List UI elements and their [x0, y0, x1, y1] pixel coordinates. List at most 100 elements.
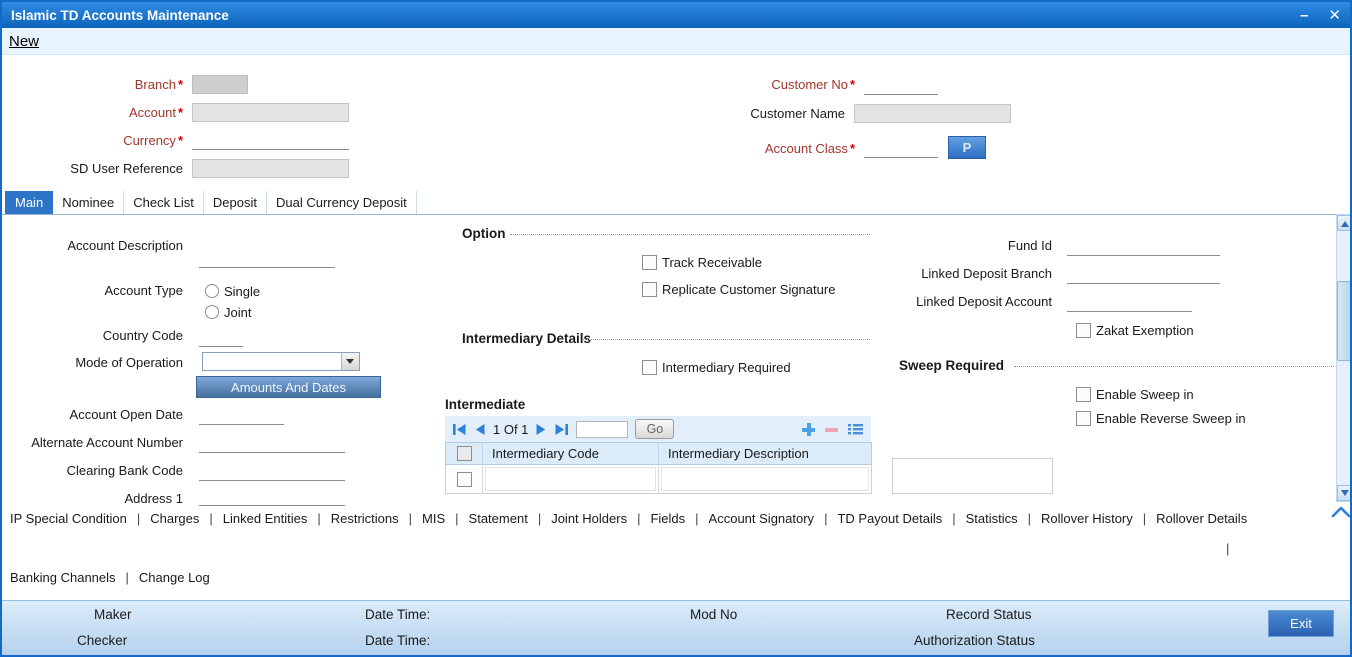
- country-code-label: Country Code: [102, 328, 183, 343]
- delete-row-icon[interactable]: [824, 422, 839, 437]
- link-ip-special-condition[interactable]: IP Special Condition: [10, 511, 150, 526]
- partially-scrolled-frame: [892, 458, 1053, 494]
- fund-id-label: Fund Id: [1007, 238, 1052, 253]
- go-button[interactable]: Go: [635, 419, 675, 439]
- link-change-log[interactable]: Change Log: [139, 570, 210, 585]
- track-receivable-option[interactable]: Track Receivable: [642, 254, 762, 270]
- audit-footer: Maker Date Time: Mod No Record Status Ch…: [2, 600, 1350, 655]
- titlebar: Islamic TD Accounts Maintenance – ✕: [2, 2, 1350, 28]
- linked-deposit-branch-label: Linked Deposit Branch: [921, 266, 1052, 281]
- tab-deposit[interactable]: Deposit: [203, 191, 267, 214]
- link-linked-entities[interactable]: Linked Entities: [223, 511, 331, 526]
- scroll-up-button[interactable]: [1337, 215, 1350, 231]
- tab-nominee[interactable]: Nominee: [53, 191, 125, 214]
- link-mis[interactable]: MIS: [422, 511, 469, 526]
- link-account-signatory[interactable]: Account Signatory: [709, 511, 838, 526]
- close-button[interactable]: ✕: [1328, 8, 1341, 23]
- mod-no-label: Mod No: [690, 607, 738, 622]
- intermediary-details-section-title: Intermediary Details: [462, 331, 592, 346]
- new-button[interactable]: New: [9, 33, 39, 50]
- intermediary-description-cell-input[interactable]: [661, 467, 869, 491]
- checker-label: Checker: [77, 633, 128, 648]
- single-radio[interactable]: [205, 284, 219, 298]
- scroll-down-button[interactable]: [1337, 485, 1350, 501]
- linked-deposit-account-input[interactable]: [1067, 295, 1192, 312]
- link-rollover-history[interactable]: Rollover History: [1041, 511, 1156, 526]
- select-all-checkbox[interactable]: [456, 446, 472, 461]
- arrow-up-icon: [1340, 217, 1349, 227]
- enable-reverse-sweep-in-checkbox[interactable]: [1076, 410, 1091, 426]
- last-page-icon[interactable]: [554, 423, 569, 436]
- zakat-exemption-checkbox[interactable]: [1076, 322, 1091, 338]
- tab-dual-currency-deposit[interactable]: Dual Currency Deposit: [267, 191, 417, 214]
- link-statement[interactable]: Statement: [469, 511, 552, 526]
- account-class-lov-button[interactable]: P: [948, 136, 986, 159]
- link-charges[interactable]: Charges: [150, 511, 223, 526]
- link-joint-holders[interactable]: Joint Holders: [551, 511, 650, 526]
- exit-button[interactable]: Exit: [1268, 610, 1334, 637]
- enable-sweep-in-label: Enable Sweep in: [1096, 386, 1194, 402]
- currency-label: Currency *: [123, 133, 183, 148]
- account-open-date-input[interactable]: [199, 408, 284, 425]
- account-label: Account *: [128, 105, 183, 120]
- page-status: 1 Of 1: [493, 421, 529, 437]
- account-input: [192, 103, 349, 122]
- link-rollover-details[interactable]: Rollover Details: [1156, 511, 1247, 526]
- account-type-single-option[interactable]: Single: [205, 283, 260, 299]
- link-restrictions[interactable]: Restrictions: [331, 511, 422, 526]
- first-page-icon[interactable]: [452, 423, 467, 436]
- row-select-checkbox[interactable]: [456, 471, 472, 487]
- replicate-customer-signature-checkbox[interactable]: [642, 281, 657, 297]
- account-type-label: Account Type: [104, 283, 183, 298]
- required-marker: *: [177, 77, 183, 92]
- vertical-scrollbar[interactable]: [1336, 214, 1350, 502]
- add-row-icon[interactable]: [801, 422, 816, 437]
- clearing-bank-code-input[interactable]: [199, 464, 345, 481]
- intermediary-required-checkbox[interactable]: [642, 359, 657, 375]
- table-row: [445, 465, 872, 494]
- link-td-payout-details[interactable]: TD Payout Details: [837, 511, 965, 526]
- single-view-icon[interactable]: [847, 422, 864, 436]
- customer-name-label: Customer Name: [750, 106, 845, 121]
- collapse-up-icon[interactable]: [1330, 505, 1350, 522]
- country-code-input[interactable]: [199, 330, 243, 347]
- account-class-input[interactable]: [864, 141, 938, 158]
- zakat-exemption-option[interactable]: Zakat Exemption: [1076, 322, 1194, 338]
- sd-user-reference-label: SD User Reference: [70, 161, 183, 176]
- currency-input[interactable]: [192, 133, 349, 150]
- enable-sweep-in-checkbox[interactable]: [1076, 386, 1091, 402]
- link-banking-channels[interactable]: Banking Channels: [10, 570, 139, 585]
- fund-id-input[interactable]: [1067, 239, 1220, 256]
- minimize-button[interactable]: –: [1300, 8, 1308, 23]
- scrollbar-thumb[interactable]: [1337, 281, 1350, 361]
- tab-check-list[interactable]: Check List: [124, 191, 204, 214]
- mode-of-operation-select[interactable]: [202, 352, 360, 371]
- alternate-account-number-input[interactable]: [199, 436, 345, 453]
- enable-reverse-sweep-in-option[interactable]: Enable Reverse Sweep in: [1076, 410, 1246, 426]
- zakat-exemption-label: Zakat Exemption: [1096, 322, 1194, 338]
- replicate-customer-signature-label: Replicate Customer Signature: [662, 281, 836, 297]
- track-receivable-checkbox[interactable]: [642, 254, 657, 270]
- page-number-input[interactable]: [576, 420, 629, 438]
- intermediary-code-cell-input[interactable]: [485, 467, 656, 491]
- address-1-input[interactable]: [199, 489, 345, 506]
- amounts-and-dates-button[interactable]: Amounts And Dates: [196, 376, 381, 398]
- intermediate-section-title: Intermediate: [445, 397, 526, 412]
- joint-radio[interactable]: [205, 305, 219, 319]
- next-page-icon[interactable]: [535, 423, 547, 436]
- customer-no-input[interactable]: [864, 78, 938, 95]
- customer-no-label: Customer No *: [771, 77, 855, 92]
- link-fields[interactable]: Fields: [650, 511, 708, 526]
- grid-header-row: Intermediary Code Intermediary Descripti…: [445, 442, 872, 465]
- intermediary-required-option[interactable]: Intermediary Required: [642, 359, 791, 375]
- intermediate-grid-toolbar: 1 Of 1 Go: [445, 416, 871, 442]
- tab-main[interactable]: Main: [5, 191, 54, 214]
- account-type-joint-option[interactable]: Joint: [205, 304, 251, 320]
- replicate-customer-signature-option[interactable]: Replicate Customer Signature: [642, 281, 835, 297]
- linked-deposit-branch-input[interactable]: [1067, 267, 1220, 284]
- enable-sweep-in-option[interactable]: Enable Sweep in: [1076, 386, 1194, 402]
- link-statistics[interactable]: Statistics: [966, 511, 1041, 526]
- account-description-input[interactable]: [199, 251, 335, 268]
- previous-page-icon[interactable]: [474, 423, 486, 436]
- intermediary-description-column-header: Intermediary Description: [668, 446, 809, 461]
